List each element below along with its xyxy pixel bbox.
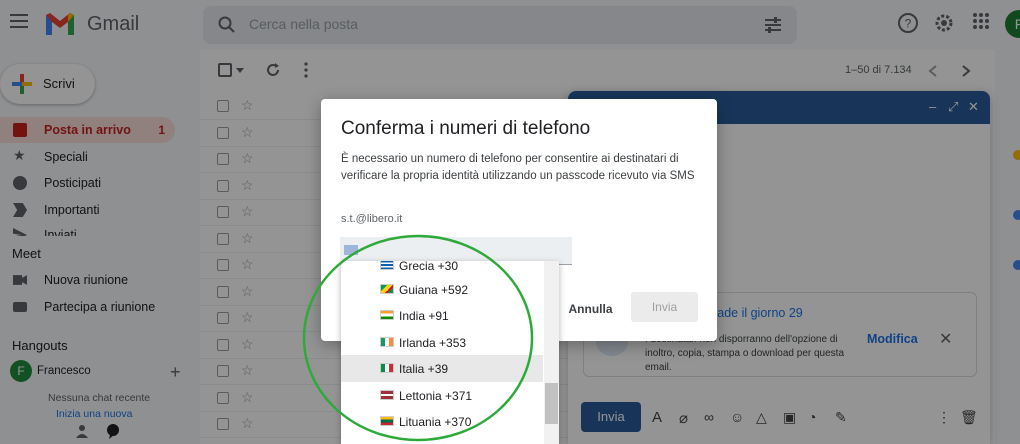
dropdown-scrollbar-thumb[interactable] xyxy=(545,383,558,424)
india-flag-icon xyxy=(380,310,394,320)
country-option-selected[interactable]: Italia +39 xyxy=(341,355,543,382)
ireland-flag-icon xyxy=(380,337,394,347)
country-flag-selector-icon[interactable] xyxy=(344,245,358,255)
country-option[interactable]: Lettonia +371 xyxy=(341,382,543,409)
lithuania-flag-icon xyxy=(380,416,394,426)
dialog-title: Conferma i numeri di telefono xyxy=(341,118,591,139)
recipient-email: s.t.@libero.it xyxy=(341,213,403,225)
country-option-label: India +91 xyxy=(399,309,449,323)
cancel-button[interactable]: Annulla xyxy=(559,295,622,323)
country-option-label: Grecia +30 xyxy=(399,261,459,273)
country-option[interactable]: Lituania +370 xyxy=(341,408,543,435)
country-option-label: Lituania +370 xyxy=(399,415,472,429)
country-option-label: Guiana +592 xyxy=(399,283,469,297)
country-option[interactable]: India +91 xyxy=(341,302,543,329)
country-option-label: Irlanda +353 xyxy=(399,336,467,350)
country-option-label: Lettonia +371 xyxy=(399,389,473,403)
country-code-dropdown[interactable]: Grecia +30 Guiana +592 India +91 Irlanda… xyxy=(341,261,559,444)
guyana-flag-icon xyxy=(380,284,394,294)
country-option[interactable]: Guiana +592 xyxy=(341,276,543,303)
latvia-flag-icon xyxy=(380,390,394,400)
country-option-label: Italia +39 xyxy=(399,362,449,376)
dialog-send-button[interactable]: Invia xyxy=(631,292,698,322)
italy-flag-icon xyxy=(380,363,394,373)
greece-flag-icon xyxy=(380,261,394,270)
country-option[interactable]: Irlanda +353 xyxy=(341,329,543,356)
dialog-description: È necessario un numero di telefono per c… xyxy=(341,153,695,182)
